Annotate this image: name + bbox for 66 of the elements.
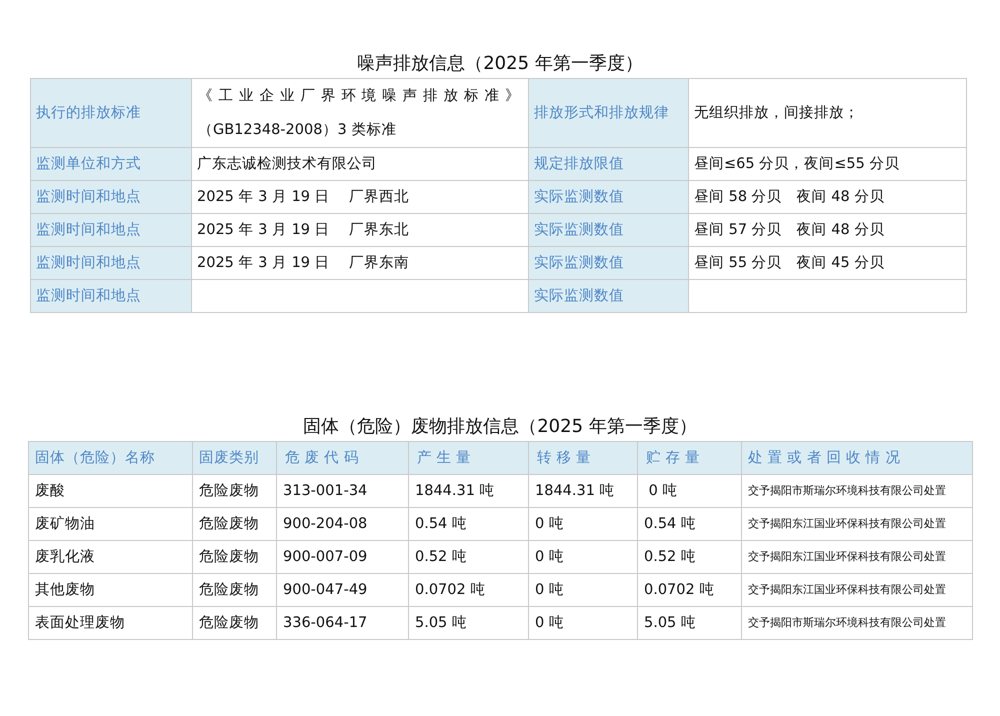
table-cell: 危险废物 (193, 541, 277, 574)
table-cell: 900-204-08 (277, 508, 409, 541)
table-cell: 交予揭阳东江国业环保科技有限公司处置 (742, 574, 973, 607)
table-cell: 0.0702 吨 (409, 574, 529, 607)
row-label: 监测单位和方式 (31, 148, 192, 181)
table-cell: 其他废物 (29, 574, 193, 607)
table-cell: 废矿物油 (29, 508, 193, 541)
row-label: 实际监测数值 (529, 214, 689, 247)
table-cell: 5.05 吨 (638, 607, 742, 640)
column-header: 贮 存 量 (638, 442, 742, 475)
table-cell: 《工业企业厂界环境噪声排放标准》 （GB12348-2008）3 类标准 (192, 79, 529, 148)
table-cell: 广东志诚检测技术有限公司 (192, 148, 529, 181)
table-cell: 昼间 57 分贝 夜间 48 分贝 (689, 214, 967, 247)
row-label: 监测时间和地点 (31, 214, 192, 247)
table-cell: 危险废物 (193, 607, 277, 640)
table-cell: 昼间 55 分贝 夜间 45 分贝 (689, 247, 967, 280)
row-label: 监测时间和地点 (31, 181, 192, 214)
row-label: 实际监测数值 (529, 280, 689, 313)
column-header: 危 废 代 码 (277, 442, 409, 475)
column-header: 转 移 量 (529, 442, 638, 475)
table-cell: 0.54 吨 (638, 508, 742, 541)
table-cell: 900-047-49 (277, 574, 409, 607)
table-cell: 危险废物 (193, 574, 277, 607)
column-header: 产 生 量 (409, 442, 529, 475)
table-cell: 1844.31 吨 (529, 475, 638, 508)
table-cell: 0.52 吨 (638, 541, 742, 574)
table-cell: 危险废物 (193, 475, 277, 508)
table-cell: 313-001-34 (277, 475, 409, 508)
table-cell: 表面处理废物 (29, 607, 193, 640)
table-cell: 交予揭阳市斯瑞尔环境科技有限公司处置 (742, 607, 973, 640)
row-label: 执行的排放标准 (31, 79, 192, 148)
table-cell: 2025 年 3 月 19 日 厂界东南 (192, 247, 529, 280)
table-cell: 交予揭阳市斯瑞尔环境科技有限公司处置 (742, 475, 973, 508)
table-cell: 0 吨 (529, 541, 638, 574)
table-cell: 0 吨 (529, 508, 638, 541)
table-cell: 交予揭阳东江国业环保科技有限公司处置 (742, 541, 973, 574)
row-label: 监测时间和地点 (31, 247, 192, 280)
row-label: 实际监测数值 (529, 181, 689, 214)
row-label: 规定排放限值 (529, 148, 689, 181)
table-cell: 336-064-17 (277, 607, 409, 640)
column-header: 固体（危险）名称 (29, 442, 193, 475)
table-cell: 昼间 58 分贝 夜间 48 分贝 (689, 181, 967, 214)
table-cell: 5.05 吨 (409, 607, 529, 640)
table-cell: 废乳化液 (29, 541, 193, 574)
table-title: 噪声排放信息（2025 年第一季度） (356, 52, 644, 76)
table-title: 固体（危险）废物排放信息（2025 年第一季度） (302, 415, 698, 439)
table-cell: 2025 年 3 月 19 日 厂界东北 (192, 214, 529, 247)
table-cell: 1844.31 吨 (409, 475, 529, 508)
table-cell: 0 吨 (638, 475, 742, 508)
table-cell: 2025 年 3 月 19 日 厂界西北 (192, 181, 529, 214)
column-header: 固废类别 (193, 442, 277, 475)
table-cell: 昼间≤65 分贝，夜间≤55 分贝 (689, 148, 967, 181)
column-header: 处 置 或 者 回 收 情 况 (742, 442, 973, 475)
table-cell: 0.0702 吨 (638, 574, 742, 607)
table-cell: 危险废物 (193, 508, 277, 541)
row-label: 实际监测数值 (529, 247, 689, 280)
table-cell: 0.52 吨 (409, 541, 529, 574)
table-cell: 交予揭阳东江国业环保科技有限公司处置 (742, 508, 973, 541)
row-label: 排放形式和排放规律 (529, 79, 689, 148)
table-cell: 0.54 吨 (409, 508, 529, 541)
row-label: 监测时间和地点 (31, 280, 192, 313)
table-cell: 0 吨 (529, 607, 638, 640)
table-cell: 无组织排放，间接排放； (689, 79, 967, 148)
table-cell: 0 吨 (529, 574, 638, 607)
table-cell: 废酸 (29, 475, 193, 508)
table-cell: 900-007-09 (277, 541, 409, 574)
